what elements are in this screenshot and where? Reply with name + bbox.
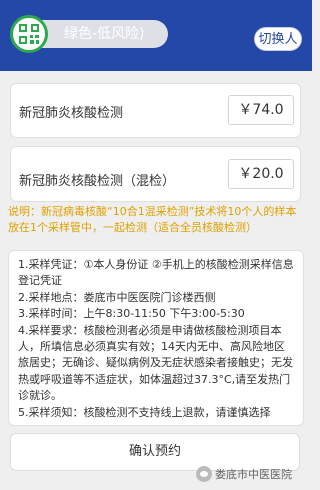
test-item-name: 新冠肺炎核酸检测	[19, 106, 124, 121]
test-item-price: ￥20.0	[228, 159, 294, 189]
qr-code-icon	[19, 24, 39, 44]
switch-person-button[interactable]: 切换人	[254, 27, 302, 51]
test-item-name: 新冠肺炎核酸检测（混检）	[19, 174, 176, 189]
watermark-text: 娄底市中医医院	[215, 468, 292, 481]
info-line: 5.采样须知：核酸检测不支持线上退款，请谨慎选择	[18, 405, 271, 419]
info-line: 2.采样地点：娄底市中医医院门诊楼西侧	[18, 290, 216, 304]
wechat-account-icon	[196, 466, 212, 482]
health-code-badge[interactable]	[10, 15, 48, 53]
test-item-price: ￥74.0	[228, 95, 294, 125]
app-header: 绿色-低风险) 切换人	[0, 0, 312, 71]
test-item-card[interactable]: 新冠肺炎核酸检测（混检） ￥20.0	[10, 146, 301, 202]
sampling-info-card: 1.采样凭证：①本人身份证 ②手机上的核酸检测采样信息登记凭证 2.采样地点：娄…	[8, 250, 304, 426]
info-line: 4.采样要求：核酸检测者必须是申请做核酸检测项目本人，所填信息必须真实有效；14…	[18, 323, 293, 403]
info-line: 3.采样时间：上午8:30-11:50 下午3:00-5:30	[18, 307, 245, 321]
test-item-card[interactable]: 新冠肺炎核酸检测 ￥74.0	[10, 83, 301, 138]
health-status-text: 绿色-低风险)	[64, 26, 145, 42]
watermark: 娄底市中医医院	[196, 464, 292, 484]
info-line: 1.采样凭证：①本人身份证 ②手机上的核酸检测采样信息登记凭证	[18, 258, 294, 288]
pooled-test-note: 说明：新冠病毒核酸“10合1混采检测”技术将10个人的样本放在1个采样管中，一起…	[8, 205, 297, 234]
